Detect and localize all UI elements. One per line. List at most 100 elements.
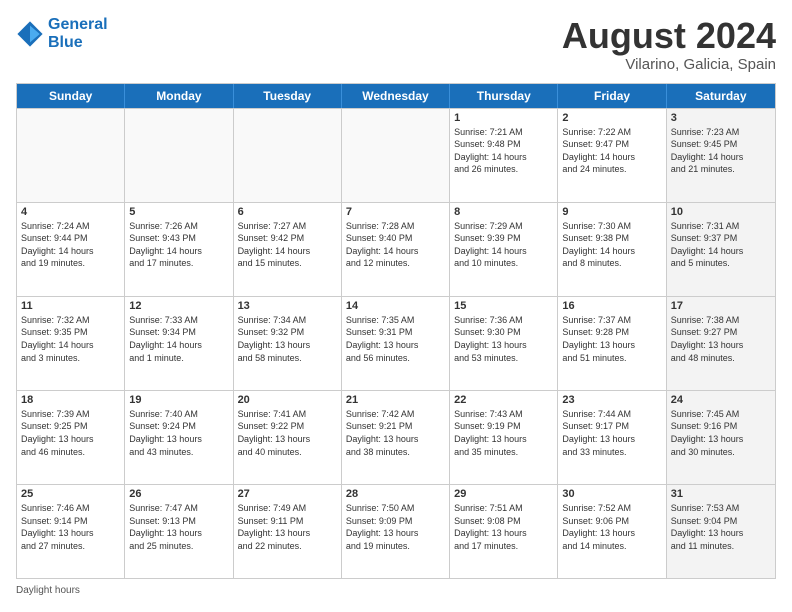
day-info: Sunrise: 7:52 AM Sunset: 9:06 PM Dayligh… (562, 502, 661, 552)
day-info: Sunrise: 7:27 AM Sunset: 9:42 PM Dayligh… (238, 220, 337, 270)
calendar-cell: 31 Sunrise: 7:53 AM Sunset: 9:04 PM Dayli… (667, 485, 775, 578)
day-info: Sunrise: 7:21 AM Sunset: 9:48 PM Dayligh… (454, 126, 553, 176)
calendar-cell: 14 Sunrise: 7:35 AM Sunset: 9:31 PM Dayli… (342, 297, 450, 390)
weekday-header: Tuesday (234, 84, 342, 108)
day-info: Sunrise: 7:45 AM Sunset: 9:16 PM Dayligh… (671, 408, 771, 458)
calendar-cell: 12Sunrise: 7:33 AM Sunset: 9:34 PM Dayli… (125, 297, 233, 390)
day-info: Sunrise: 7:43 AM Sunset: 9:19 PM Dayligh… (454, 408, 553, 458)
day-number: 7 (346, 206, 445, 218)
day-info: Sunrise: 7:23 AM Sunset: 9:45 PM Dayligh… (671, 126, 771, 176)
day-info: Sunrise: 7:34 AM Sunset: 9:32 PM Dayligh… (238, 314, 337, 364)
weekday-header: Saturday (667, 84, 775, 108)
calendar-cell: 25 Sunrise: 7:46 AM Sunset: 9:14 PM Dayli… (17, 485, 125, 578)
day-number: 15 (454, 300, 553, 312)
day-number: 8 (454, 206, 553, 218)
calendar-cell: 28 Sunrise: 7:50 AM Sunset: 9:09 PM Dayli… (342, 485, 450, 578)
calendar-week-row: 1Sunrise: 7:21 AM Sunset: 9:48 PM Daylig… (17, 108, 775, 202)
subtitle: Vilarino, Galicia, Spain (562, 56, 776, 73)
weekday-header: Sunday (17, 84, 125, 108)
day-number: 5 (129, 206, 228, 218)
day-number: 9 (562, 206, 661, 218)
day-number: 20 (238, 394, 337, 406)
calendar-cell: 15 Sunrise: 7:36 AM Sunset: 9:30 PM Dayli… (450, 297, 558, 390)
day-info: Sunrise: 7:36 AM Sunset: 9:30 PM Dayligh… (454, 314, 553, 364)
day-info: Sunrise: 7:40 AM Sunset: 9:24 PM Dayligh… (129, 408, 228, 458)
day-info: Sunrise: 7:31 AM Sunset: 9:37 PM Dayligh… (671, 220, 771, 270)
day-number: 17 (671, 300, 771, 312)
day-number: 10 (671, 206, 771, 218)
weekday-header: Monday (125, 84, 233, 108)
day-info: Sunrise: 7:37 AM Sunset: 9:28 PM Dayligh… (562, 314, 661, 364)
title-block: August 2024 Vilarino, Galicia, Spain (562, 16, 776, 73)
calendar-cell (234, 109, 342, 202)
calendar-cell: 16 Sunrise: 7:37 AM Sunset: 9:28 PM Dayli… (558, 297, 666, 390)
day-number: 23 (562, 394, 661, 406)
day-number: 13 (238, 300, 337, 312)
calendar-cell: 6Sunrise: 7:27 AM Sunset: 9:42 PM Daylig… (234, 203, 342, 296)
calendar-week-row: 25 Sunrise: 7:46 AM Sunset: 9:14 PM Dayli… (17, 484, 775, 578)
day-info: Sunrise: 7:28 AM Sunset: 9:40 PM Dayligh… (346, 220, 445, 270)
calendar-cell: 29 Sunrise: 7:51 AM Sunset: 9:08 PM Dayli… (450, 485, 558, 578)
day-info: Sunrise: 7:32 AM Sunset: 9:35 PM Dayligh… (21, 314, 120, 364)
day-info: Sunrise: 7:39 AM Sunset: 9:25 PM Dayligh… (21, 408, 120, 458)
day-number: 24 (671, 394, 771, 406)
calendar-cell: 18 Sunrise: 7:39 AM Sunset: 9:25 PM Dayli… (17, 391, 125, 484)
calendar-week-row: 4 Sunrise: 7:24 AM Sunset: 9:44 PM Daylig… (17, 202, 775, 296)
day-number: 30 (562, 488, 661, 500)
calendar-cell (125, 109, 233, 202)
day-info: Sunrise: 7:30 AM Sunset: 9:38 PM Dayligh… (562, 220, 661, 270)
calendar-cell: 23Sunrise: 7:44 AM Sunset: 9:17 PM Dayli… (558, 391, 666, 484)
day-number: 19 (129, 394, 228, 406)
day-info: Sunrise: 7:35 AM Sunset: 9:31 PM Dayligh… (346, 314, 445, 364)
header: General Blue August 2024 Vilarino, Galic… (16, 16, 776, 73)
day-number: 2 (562, 112, 661, 124)
calendar-cell: 8 Sunrise: 7:29 AM Sunset: 9:39 PM Daylig… (450, 203, 558, 296)
day-number: 11 (21, 300, 120, 312)
day-info: Sunrise: 7:41 AM Sunset: 9:22 PM Dayligh… (238, 408, 337, 458)
calendar-cell: 21 Sunrise: 7:42 AM Sunset: 9:21 PM Dayli… (342, 391, 450, 484)
calendar-week-row: 18 Sunrise: 7:39 AM Sunset: 9:25 PM Dayli… (17, 390, 775, 484)
calendar-week-row: 11 Sunrise: 7:32 AM Sunset: 9:35 PM Dayli… (17, 296, 775, 390)
calendar-cell: 24 Sunrise: 7:45 AM Sunset: 9:16 PM Dayli… (667, 391, 775, 484)
logo: General Blue (16, 16, 108, 52)
day-number: 29 (454, 488, 553, 500)
day-number: 31 (671, 488, 771, 500)
calendar-cell: 20 Sunrise: 7:41 AM Sunset: 9:22 PM Dayli… (234, 391, 342, 484)
calendar-cell: 10 Sunrise: 7:31 AM Sunset: 9:37 PM Dayli… (667, 203, 775, 296)
day-number: 25 (21, 488, 120, 500)
calendar-cell: 22Sunrise: 7:43 AM Sunset: 9:19 PM Dayli… (450, 391, 558, 484)
day-info: Sunrise: 7:50 AM Sunset: 9:09 PM Dayligh… (346, 502, 445, 552)
day-number: 21 (346, 394, 445, 406)
day-number: 28 (346, 488, 445, 500)
footer-note: Daylight hours (16, 585, 776, 596)
day-number: 18 (21, 394, 120, 406)
logo-icon (16, 20, 44, 48)
day-info: Sunrise: 7:29 AM Sunset: 9:39 PM Dayligh… (454, 220, 553, 270)
day-number: 14 (346, 300, 445, 312)
logo-text: General Blue (48, 16, 108, 52)
day-info: Sunrise: 7:46 AM Sunset: 9:14 PM Dayligh… (21, 502, 120, 552)
calendar-cell: 30 Sunrise: 7:52 AM Sunset: 9:06 PM Dayli… (558, 485, 666, 578)
calendar-header: SundayMondayTuesdayWednesdayThursdayFrid… (17, 84, 775, 108)
calendar-cell: 3Sunrise: 7:23 AM Sunset: 9:45 PM Daylig… (667, 109, 775, 202)
day-number: 12 (129, 300, 228, 312)
day-info: Sunrise: 7:51 AM Sunset: 9:08 PM Dayligh… (454, 502, 553, 552)
day-info: Sunrise: 7:24 AM Sunset: 9:44 PM Dayligh… (21, 220, 120, 270)
day-number: 4 (21, 206, 120, 218)
day-info: Sunrise: 7:42 AM Sunset: 9:21 PM Dayligh… (346, 408, 445, 458)
calendar-cell: 9 Sunrise: 7:30 AM Sunset: 9:38 PM Daylig… (558, 203, 666, 296)
weekday-header: Wednesday (342, 84, 450, 108)
calendar-cell: 13 Sunrise: 7:34 AM Sunset: 9:32 PM Dayli… (234, 297, 342, 390)
calendar-cell: 17 Sunrise: 7:38 AM Sunset: 9:27 PM Dayli… (667, 297, 775, 390)
page: General Blue August 2024 Vilarino, Galic… (0, 0, 792, 612)
day-number: 26 (129, 488, 228, 500)
calendar-cell: 1Sunrise: 7:21 AM Sunset: 9:48 PM Daylig… (450, 109, 558, 202)
calendar-cell: 2Sunrise: 7:22 AM Sunset: 9:47 PM Daylig… (558, 109, 666, 202)
day-info: Sunrise: 7:38 AM Sunset: 9:27 PM Dayligh… (671, 314, 771, 364)
day-info: Sunrise: 7:47 AM Sunset: 9:13 PM Dayligh… (129, 502, 228, 552)
day-info: Sunrise: 7:53 AM Sunset: 9:04 PM Dayligh… (671, 502, 771, 552)
calendar-cell (17, 109, 125, 202)
day-number: 16 (562, 300, 661, 312)
calendar-cell: 11 Sunrise: 7:32 AM Sunset: 9:35 PM Dayli… (17, 297, 125, 390)
day-info: Sunrise: 7:49 AM Sunset: 9:11 PM Dayligh… (238, 502, 337, 552)
